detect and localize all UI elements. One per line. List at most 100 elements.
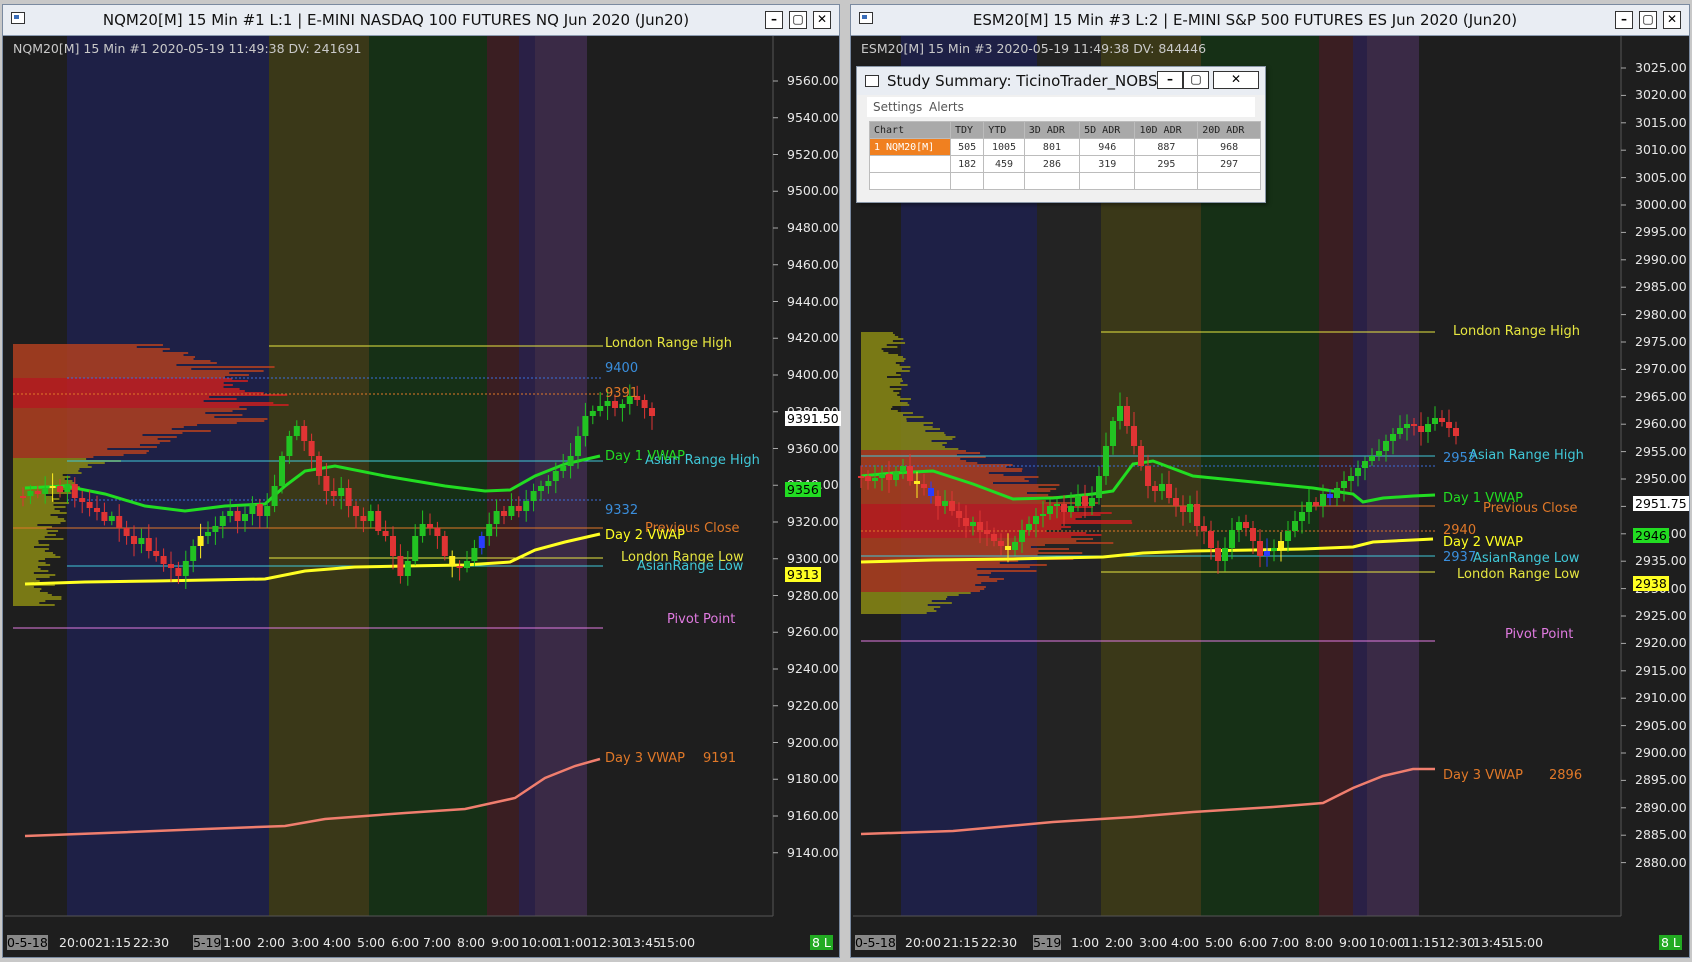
price-tick-label: 2920.00 (1635, 635, 1687, 651)
es-bars-badge[interactable]: 8 L (1659, 935, 1682, 950)
candle-body (271, 486, 278, 506)
candle-body (998, 541, 1004, 546)
volume-profile-bar (13, 356, 196, 358)
volume-profile-bar (861, 590, 980, 592)
time-tick-label: 10:00 (1369, 935, 1406, 950)
price-tick-label: 9240.00 (787, 661, 839, 676)
level-label-day3-vwap: Day 3 VWAP (605, 751, 685, 766)
nq-day1-vwap-tag: 9356 (785, 482, 821, 497)
volume-profile-bar (861, 384, 908, 386)
window-icon (11, 12, 25, 24)
volume-profile-bar (13, 580, 40, 582)
nq-chart-window[interactable]: NQM20[M] 15 Min #1 L:1 | E-MINI NASDAQ 1… (2, 4, 841, 958)
candle-body (27, 491, 34, 496)
candle-body (1194, 504, 1200, 526)
nq-chart-area[interactable]: NQM20[M] 15 Min #1 2020-05-19 11:49:38 D… (5, 36, 841, 956)
candle-body (508, 506, 515, 516)
candle-body (1068, 506, 1074, 512)
level-label-london-high: London Range High (1453, 324, 1580, 339)
volume-profile-bar (13, 554, 56, 556)
volume-profile-bar (13, 568, 41, 570)
volume-profile-bar (861, 610, 937, 612)
maximize-icon[interactable]: ▢ (789, 11, 807, 29)
candle-body (1229, 530, 1235, 548)
volume-profile-bar (13, 578, 37, 580)
maximize-icon[interactable]: ▢ (1183, 71, 1209, 89)
col-20d-adr: 20D ADR (1197, 121, 1261, 139)
volume-profile-bar (13, 424, 198, 426)
candle-body (1313, 502, 1319, 506)
candle-body (486, 524, 493, 536)
volume-profile-bar (13, 396, 210, 398)
maximize-icon[interactable]: ▢ (1639, 11, 1657, 29)
es-titlebar[interactable]: ESM20[M] 15 Min #3 L:2 | E-MINI S&P 500 … (851, 5, 1689, 36)
time-tick-label: 2:00 (257, 935, 286, 950)
nq-titlebar[interactable]: NQM20[M] 15 Min #1 L:1 | E-MINI NASDAQ 1… (3, 5, 839, 36)
minimize-icon[interactable]: – (1615, 11, 1633, 29)
candle-body (190, 546, 197, 561)
price-tick-label: 9260.00 (787, 624, 839, 640)
candle-body (286, 436, 293, 456)
volume-profile-bar (13, 512, 67, 514)
table-cell: 887 (1134, 138, 1199, 156)
volume-profile-bar (13, 414, 243, 416)
nq-window-title: NQM20[M] 15 Min #1 L:1 | E-MINI NASDAQ 1… (102, 11, 690, 29)
level-label-london-high: London Range High (605, 336, 732, 351)
volume-profile-bar (861, 580, 998, 582)
volume-profile-bar (861, 602, 952, 604)
candle-body (1096, 476, 1102, 498)
volume-profile-bar (13, 456, 94, 458)
volume-profile-bar (13, 518, 65, 520)
close-icon[interactable]: ✕ (813, 11, 831, 29)
col-chart: Chart (869, 121, 951, 139)
volume-profile-bar (13, 556, 61, 558)
price-tick-label: 2880.00 (1635, 854, 1687, 870)
table-row[interactable]: 182 459 286 319 295 297 (869, 155, 1261, 173)
candle-body (1285, 531, 1291, 541)
candle-body (1439, 418, 1445, 422)
candle-body (1334, 488, 1340, 498)
candle-body (397, 556, 404, 576)
price-tick-label: 2915.00 (1635, 662, 1687, 678)
study-summary-titlebar[interactable]: Study Summary: TicinoTrader_NOBS-V... – … (857, 67, 1265, 95)
candle-body (427, 524, 433, 528)
volume-profile-bar (861, 478, 1025, 480)
candle-body (316, 456, 322, 476)
level-label-n-day3: 9191 (703, 751, 737, 766)
candle-body (1166, 484, 1172, 498)
nq-bars-badge[interactable]: 8 L (810, 935, 833, 950)
volume-profile-bar (861, 592, 971, 594)
close-icon[interactable]: ✕ (1663, 11, 1681, 29)
menu-settings[interactable]: Settings (873, 100, 922, 114)
menu-alerts[interactable]: Alerts (929, 100, 964, 114)
time-tick-label: 1:00 (223, 935, 252, 950)
row-chart-cell[interactable]: 1 NQM20[M] (869, 138, 951, 156)
volume-profile-bar (861, 488, 1057, 490)
volume-profile-bar (861, 570, 1037, 572)
volume-profile-bar (861, 400, 900, 402)
time-tick-label: 7:00 (423, 935, 452, 950)
table-row[interactable] (869, 172, 1261, 190)
minimize-icon[interactable]: – (765, 11, 783, 29)
nq-chart-canvas[interactable] (5, 36, 837, 956)
volume-profile-bar (13, 586, 34, 588)
candle-body (1201, 526, 1207, 531)
volume-profile-bar (13, 544, 50, 546)
candle-body (404, 561, 411, 576)
volume-profile-bar (861, 586, 986, 588)
volume-profile-bar (13, 420, 265, 422)
volume-profile-bar (13, 604, 55, 606)
time-tick-label: 15:00 (659, 935, 696, 950)
minimize-icon[interactable]: – (1157, 71, 1183, 89)
study-summary-window[interactable]: Study Summary: TicinoTrader_NOBS-V... – … (856, 66, 1266, 203)
row-chart-cell[interactable] (869, 155, 951, 173)
time-tick-label: 5:00 (1205, 935, 1234, 950)
volume-profile-bar (13, 412, 206, 414)
candle-body (1397, 428, 1403, 434)
volume-profile-bar (13, 536, 45, 538)
close-icon[interactable]: ✕ (1213, 71, 1259, 89)
volume-profile-bar (13, 566, 38, 568)
session-band (1367, 36, 1419, 916)
table-row[interactable]: 1 NQM20[M] 505 1005 801 946 887 968 (869, 138, 1261, 156)
price-tick-label: 2890.00 (1635, 799, 1687, 815)
